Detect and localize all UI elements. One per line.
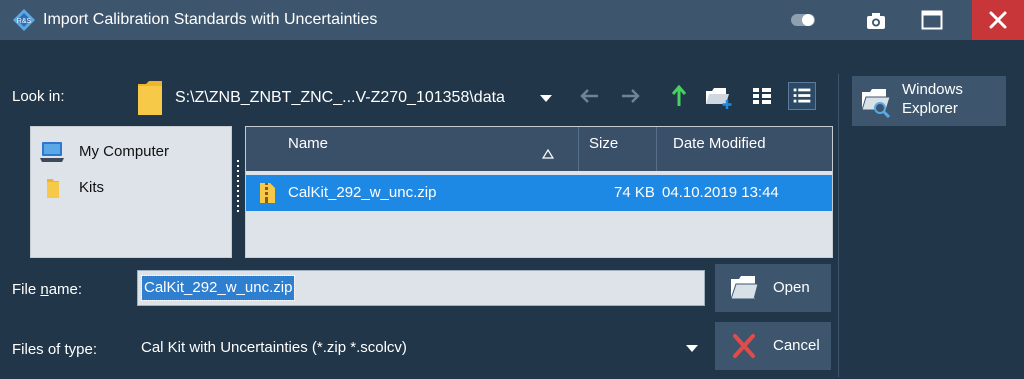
chevron-down-icon: [540, 95, 552, 102]
zip-file-icon: [260, 183, 275, 203]
explorer-search-icon: [861, 89, 891, 118]
place-my-computer[interactable]: My Computer: [31, 135, 231, 169]
pane-divider: [838, 74, 839, 377]
list-view-icon[interactable]: [748, 82, 776, 110]
file-type-select[interactable]: Cal Kit with Uncertainties (*.zip *.scol…: [137, 326, 705, 370]
window-title: Import Calibration Standards with Uncert…: [43, 11, 378, 28]
look-in-combo[interactable]: S:\Z\ZNB_ZNBT_ZNC_...V-Z270_101358\data: [137, 74, 565, 122]
file-list-header: Name Size Date Modified: [246, 127, 832, 171]
column-header-size[interactable]: Size: [579, 127, 656, 171]
close-button[interactable]: [972, 0, 1024, 40]
cancel-button-label: Cancel: [773, 337, 820, 354]
look-in-path: S:\Z\ZNB_ZNBT_ZNC_...V-Z270_101358\data: [175, 89, 505, 106]
file-size-cell: 74 KB: [614, 184, 655, 201]
back-arrow-icon[interactable]: [576, 82, 604, 110]
rs-logo-icon: R&S: [13, 9, 35, 31]
detail-view-icon[interactable]: [788, 82, 816, 110]
windows-explorer-button[interactable]: Windows Explorer: [852, 76, 1006, 126]
open-folder-icon: [730, 276, 759, 300]
place-label: My Computer: [79, 143, 170, 160]
table-row[interactable]: CalKit_292_w_unc.zip 74 KB 04.10.2019 13…: [246, 175, 832, 211]
file-name-cell: CalKit_292_w_unc.zip: [288, 184, 437, 201]
toggle-icon[interactable]: [790, 13, 816, 27]
file-type-value: Cal Kit with Uncertainties (*.zip *.scol…: [141, 339, 407, 356]
windows-explorer-label-line1: Windows: [902, 81, 963, 98]
maximize-icon[interactable]: [921, 10, 943, 30]
splitter-handle[interactable]: [236, 160, 240, 216]
file-name-label-mnemonic: n: [40, 281, 49, 298]
windows-explorer-label: Windows Explorer: [902, 80, 963, 118]
cancel-x-icon: [733, 334, 755, 358]
open-button[interactable]: Open: [715, 264, 831, 312]
file-type-label: Files of type:: [12, 341, 98, 358]
column-header-label: Date Modified: [673, 135, 766, 152]
folder-icon: [47, 179, 59, 198]
chevron-down-icon: [686, 345, 698, 352]
cancel-button[interactable]: Cancel: [715, 322, 831, 370]
svg-text:R&S: R&S: [17, 18, 32, 25]
sort-ascending-icon: [542, 149, 554, 159]
place-kits[interactable]: Kits: [31, 171, 231, 205]
column-header-label: Size: [589, 135, 619, 152]
import-dialog: R&S Import Calibration Standards with Un…: [0, 0, 1024, 379]
open-button-label: Open: [773, 279, 810, 296]
column-header-date[interactable]: Date Modified: [657, 127, 832, 171]
camera-icon[interactable]: [866, 12, 886, 30]
title-bar: R&S Import Calibration Standards with Un…: [0, 0, 1024, 40]
places-sidebar: My Computer Kits: [30, 126, 232, 258]
new-folder-icon[interactable]: [704, 82, 732, 110]
file-name-label-suffix: ame:: [48, 281, 83, 298]
place-label: Kits: [79, 179, 105, 196]
file-name-value: CalKit_292_w_unc.zip: [140, 275, 296, 301]
forward-arrow-icon[interactable]: [616, 82, 644, 110]
file-name-label-prefix: File: [12, 281, 41, 298]
look-in-label: Look in:: [12, 88, 65, 105]
close-icon: [989, 11, 1007, 29]
column-header-label: Name: [288, 135, 329, 152]
computer-icon: [40, 142, 64, 162]
folder-icon: [138, 81, 162, 115]
column-header-name[interactable]: Name: [246, 127, 578, 171]
file-name-field[interactable]: CalKit_292_w_unc.zip: [137, 270, 705, 306]
file-list[interactable]: Name Size Date Modified CalKit_292_w_unc: [245, 126, 833, 258]
file-date-cell: 04.10.2019 13:44: [662, 184, 779, 201]
up-arrow-icon[interactable]: [665, 82, 693, 110]
file-name-label: File name:: [12, 281, 82, 298]
windows-explorer-label-line2: Explorer: [902, 100, 958, 117]
